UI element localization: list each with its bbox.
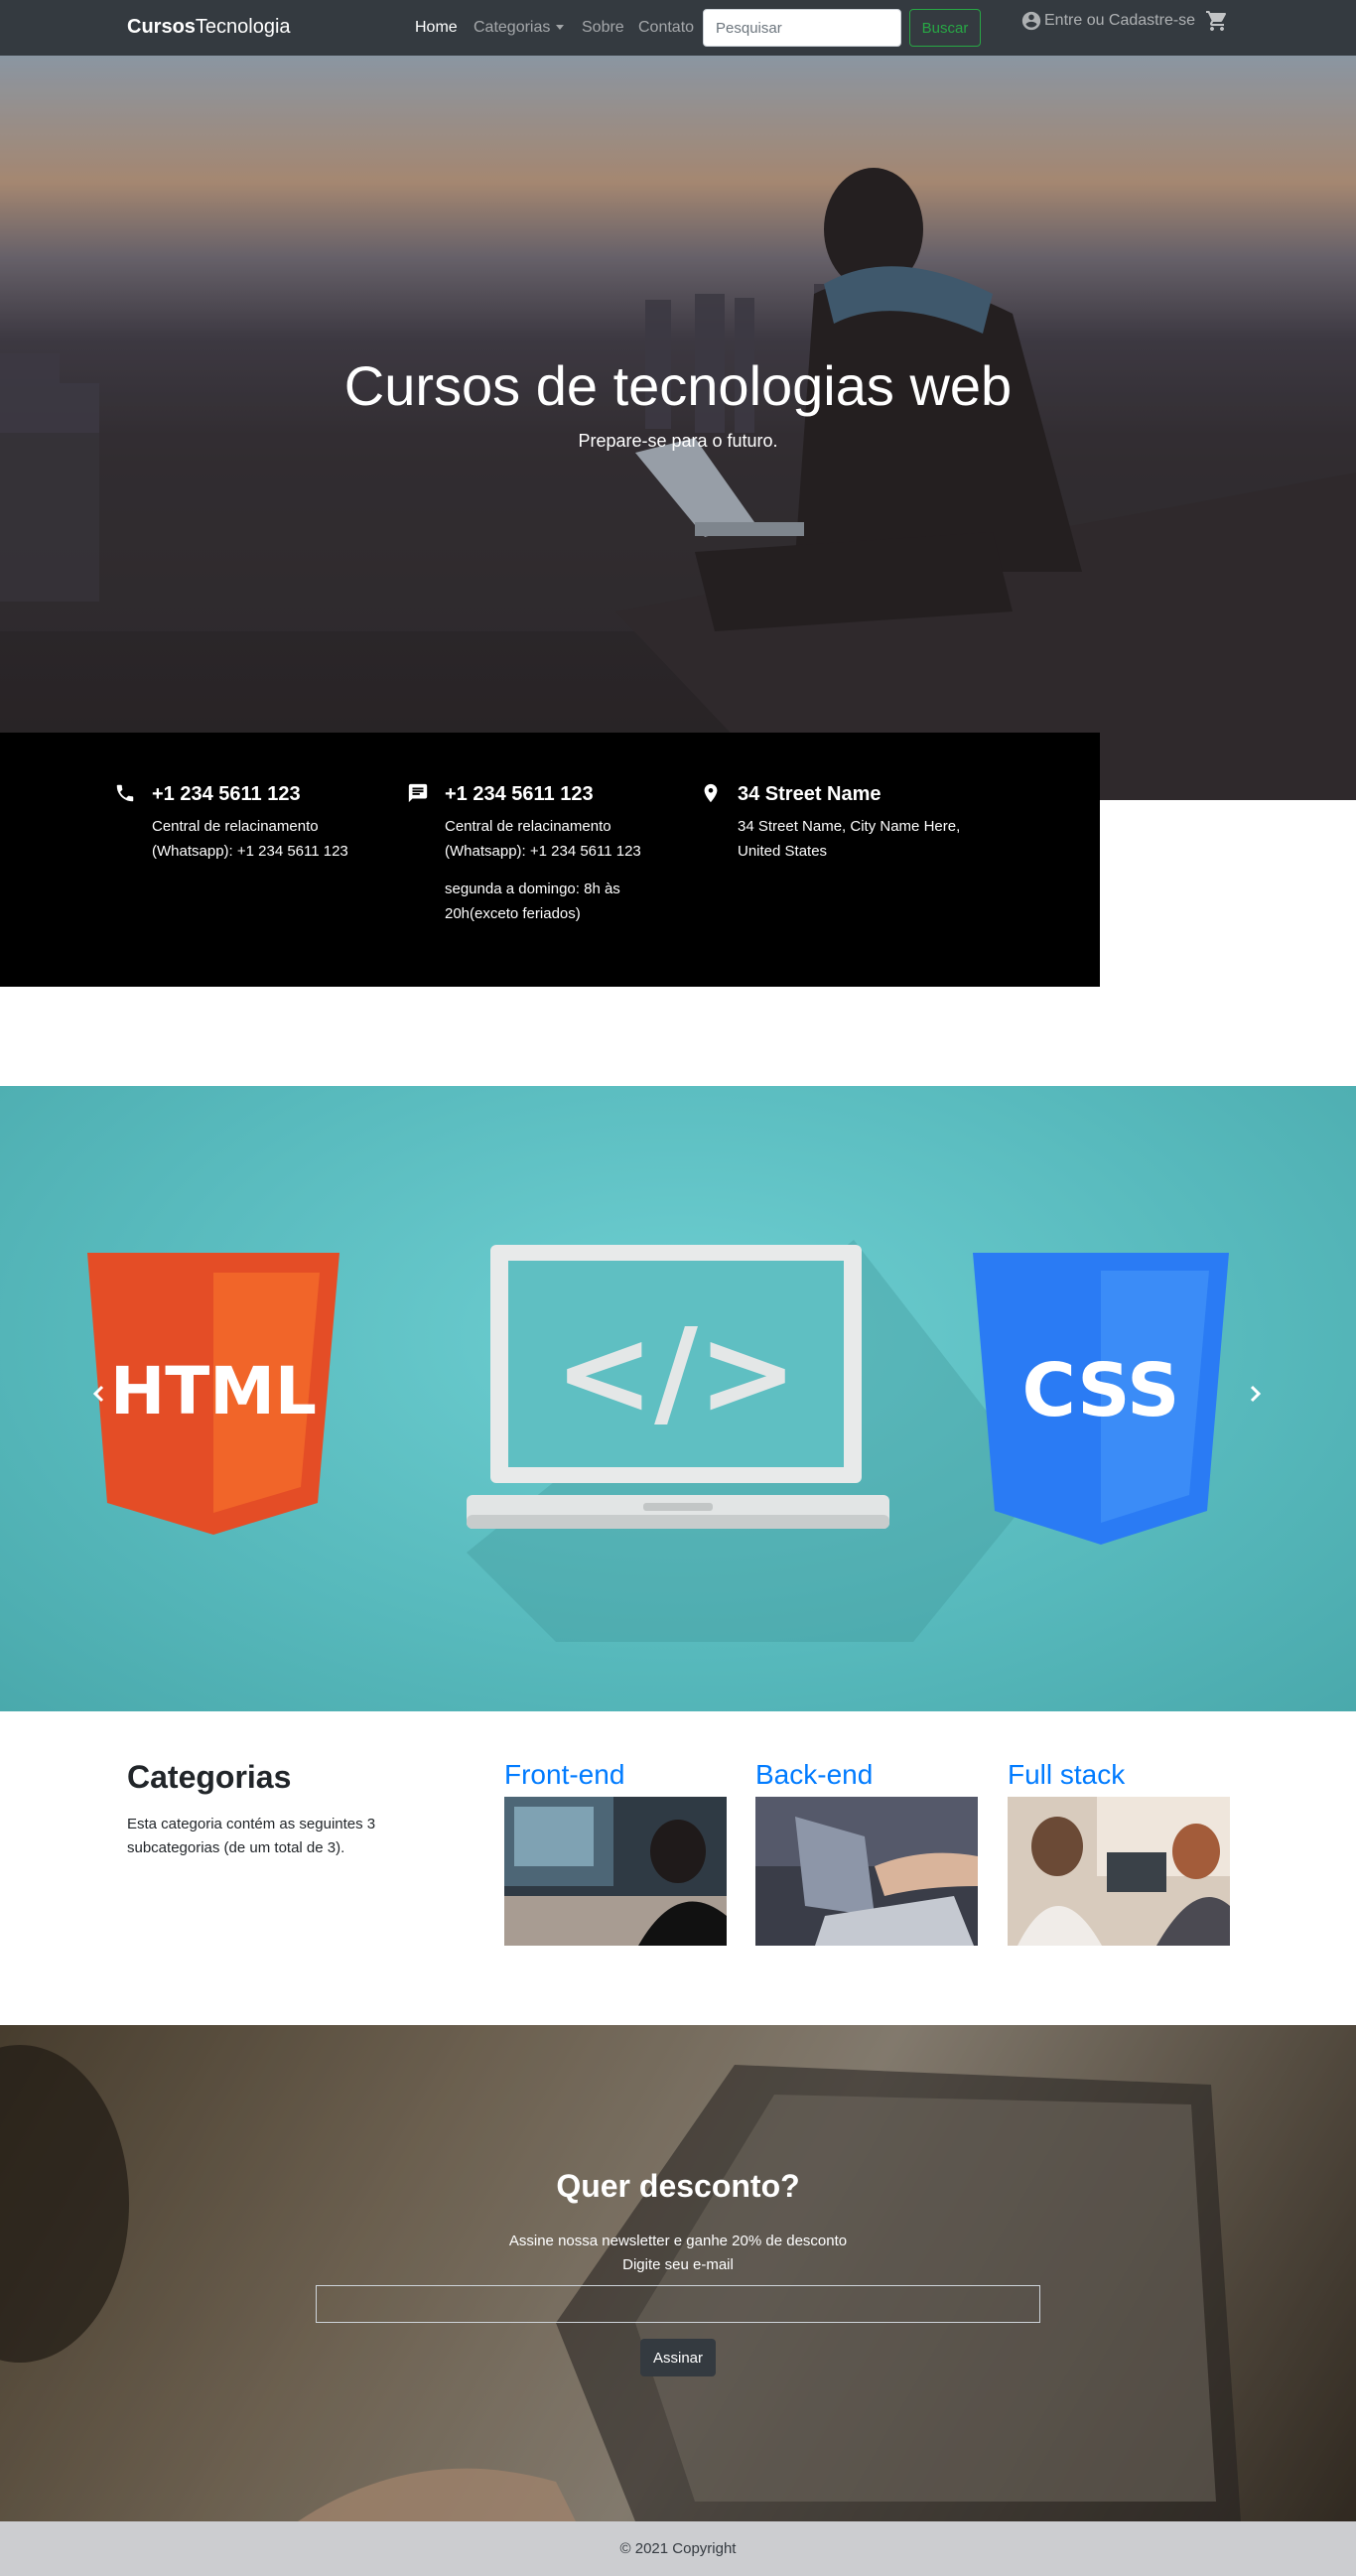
category-link[interactable]: Back-end xyxy=(755,1757,978,1793)
hero-subtitle: Prepare-se para o futuro. xyxy=(578,431,778,451)
nav-sobre[interactable]: Sobre xyxy=(582,19,624,37)
login-label: Entre ou Cadastre-se xyxy=(1044,12,1196,29)
email-field[interactable] xyxy=(316,2285,1040,2323)
nav-categorias[interactable]: Categorias xyxy=(474,19,565,37)
chevron-down-icon xyxy=(556,25,565,31)
chevron-left-icon[interactable] xyxy=(89,1384,109,1404)
brand-bold: Cursos xyxy=(127,16,196,38)
category-link[interactable]: Full stack xyxy=(1008,1757,1230,1793)
contact-text: Central de relacinamento (Whatsapp): +1 … xyxy=(445,818,641,860)
location-pin-icon xyxy=(704,783,718,803)
cart-icon[interactable] xyxy=(1205,9,1229,33)
carousel-slide: HTML </> CSS xyxy=(87,1240,1229,1642)
login-link[interactable]: Entre ou Cadastre-se xyxy=(1020,10,1195,32)
newsletter-text: Assine nossa newsletter e ganhe 20% de d… xyxy=(0,2230,1356,2277)
page: CursosTecnologia Home Categorias Sobre C… xyxy=(0,0,1356,2576)
brand-rest: Tecnologia xyxy=(195,16,291,38)
navbar: CursosTecnologia Home Categorias Sobre C… xyxy=(0,0,1356,56)
hero-banner: Cursos de tecnologias web Prepare-se par… xyxy=(0,56,1356,800)
hero-overlay xyxy=(0,56,1356,800)
contact-item-address: 34 Street Name 34 Street Name, City Name… xyxy=(704,782,966,864)
chat-icon xyxy=(408,783,428,803)
account-circle-icon xyxy=(1021,11,1041,31)
contact-heading: 34 Street Name xyxy=(738,783,881,805)
category-image[interactable] xyxy=(755,1797,978,1946)
phone-icon xyxy=(116,784,134,802)
category-link[interactable]: Front-end xyxy=(504,1757,727,1793)
search-input[interactable] xyxy=(703,9,901,47)
contact-heading: +1 234 5611 123 xyxy=(152,783,301,805)
category-card-frontend: Front-end xyxy=(504,1757,727,1946)
category-card-fullstack: Full stack xyxy=(1008,1757,1230,1946)
newsletter-offer: Assine nossa newsletter e ganhe 20% de d… xyxy=(508,2233,848,2249)
contact-hours: segunda a domingo: 8h às 20h(exceto feri… xyxy=(445,881,620,922)
search-button[interactable]: Buscar xyxy=(909,9,981,47)
contact-heading: +1 234 5611 123 xyxy=(445,783,594,805)
contact-item-chat: +1 234 5611 123 Central de relacinamento… xyxy=(408,782,673,926)
css-logo: CSS xyxy=(973,1253,1229,1545)
categories-description: Esta categoria contém as seguintes 3 sub… xyxy=(127,1816,376,1856)
contact-text: 34 Street Name, City Name Here, United S… xyxy=(738,818,961,860)
carousel: HTML </> CSS xyxy=(0,1086,1356,1711)
newsletter-section: Quer desconto? Assine nossa newsletter e… xyxy=(0,2025,1356,2521)
contact-item-phone: +1 234 5611 123 Central de relacinamento… xyxy=(116,782,390,864)
category-card-backend: Back-end xyxy=(755,1757,978,1946)
nav-categorias-label: Categorias xyxy=(474,19,551,36)
svg-text:HTML: HTML xyxy=(110,1353,317,1429)
nav-home[interactable]: Home xyxy=(415,19,458,37)
contact-text: Central de relacinamento (Whatsapp): +1 … xyxy=(152,818,348,860)
category-image[interactable] xyxy=(504,1797,727,1946)
svg-text:CSS: CSS xyxy=(1022,1348,1180,1433)
newsletter-email-label: Digite seu e-mail xyxy=(622,2256,734,2273)
category-image[interactable] xyxy=(1008,1797,1230,1946)
chevron-right-icon[interactable] xyxy=(1245,1384,1265,1404)
categories-title: Categorias xyxy=(127,1759,292,1795)
svg-text:</>: </> xyxy=(555,1304,798,1442)
hero-title: Cursos de tecnologias web xyxy=(343,354,1013,417)
copyright-text: © 2021 Copyright xyxy=(619,2540,737,2557)
footer: © 2021 Copyright xyxy=(0,2521,1356,2576)
newsletter-title: Quer desconto? xyxy=(556,2168,800,2204)
contact-strip: +1 234 5611 123 Central de relacinamento… xyxy=(0,733,1100,987)
brand-logo[interactable]: CursosTecnologia xyxy=(127,16,291,39)
html-logo: HTML xyxy=(87,1253,339,1535)
subscribe-button[interactable]: Assinar xyxy=(640,2339,716,2376)
nav-contato[interactable]: Contato xyxy=(638,19,694,37)
